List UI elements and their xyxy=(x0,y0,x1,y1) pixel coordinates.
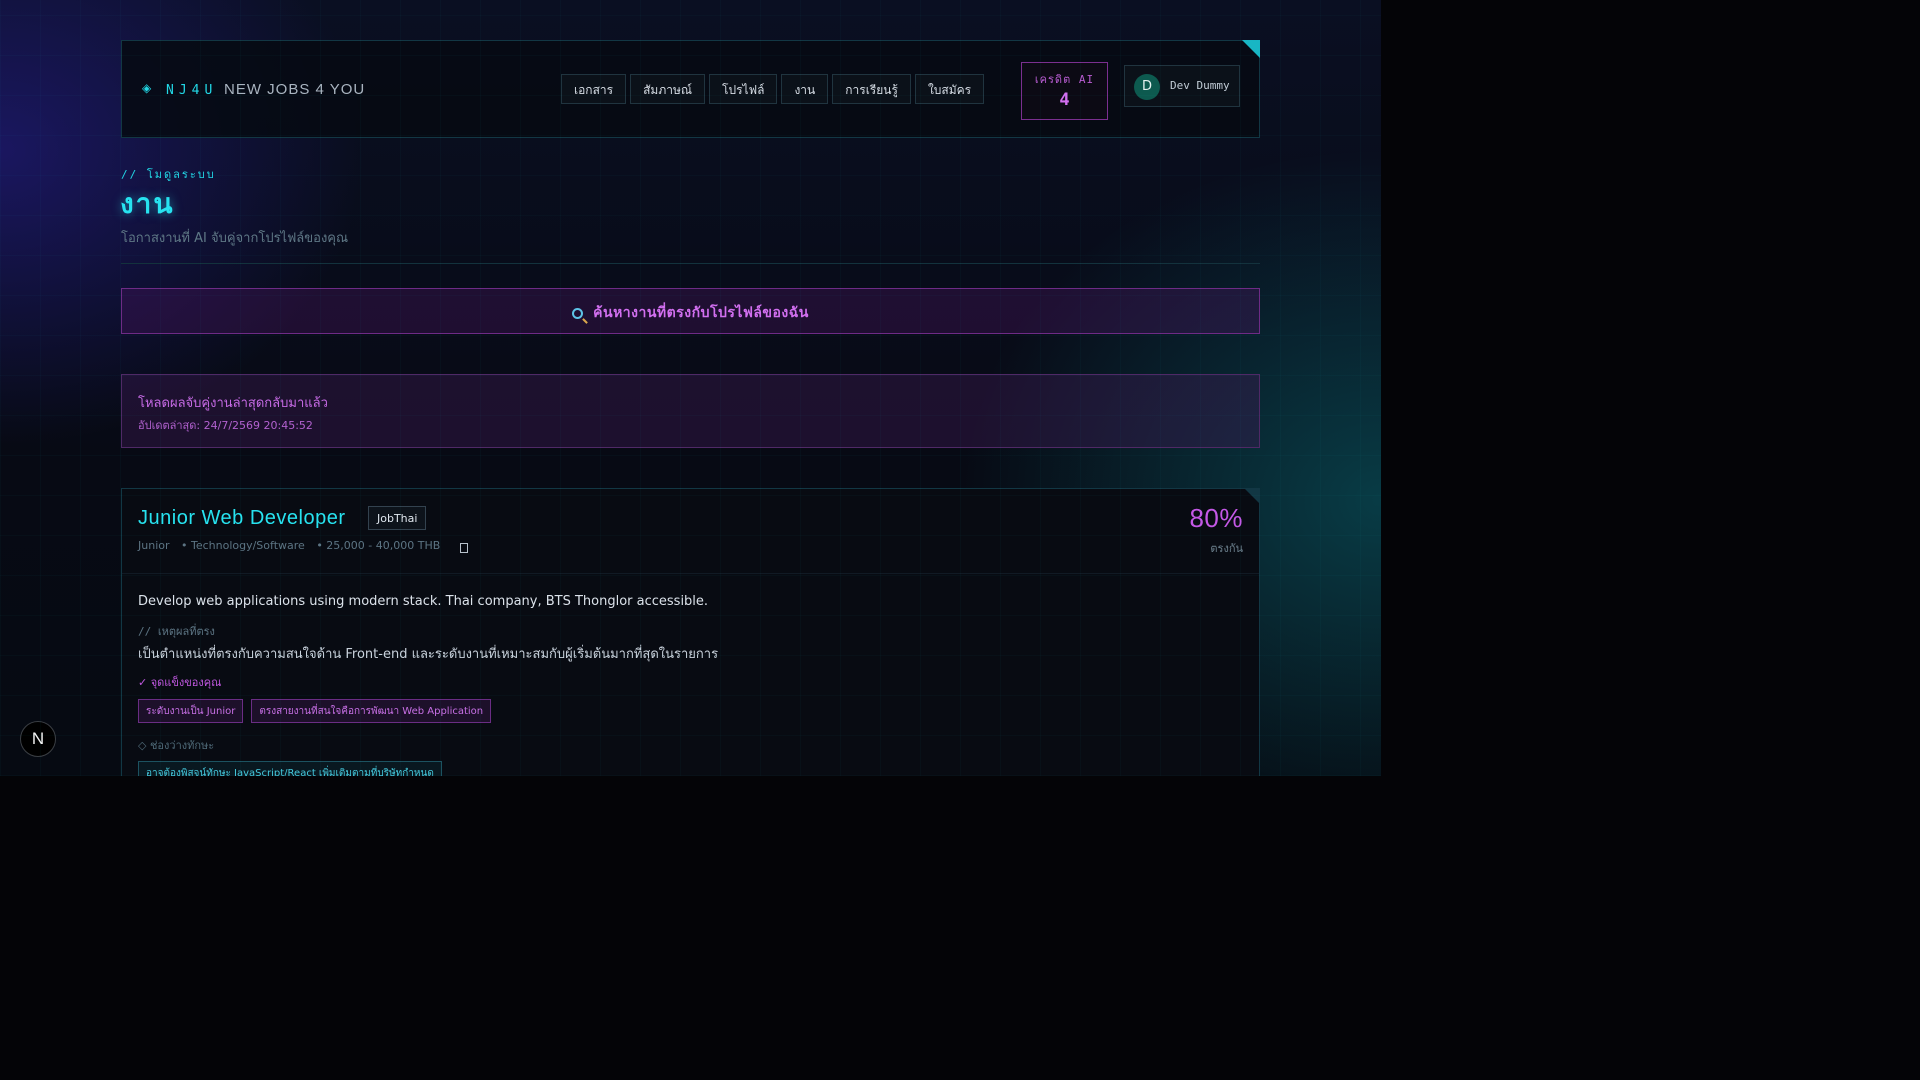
app-viewport: ◈ NJ4U NEW JOBS 4 YOU เอกสาร สัมภาษณ์ โป… xyxy=(0,0,1381,776)
job-title[interactable]: Junior Web Developer xyxy=(138,507,346,530)
ai-credit-badge: เครดิต AI 4 xyxy=(1021,62,1108,120)
strengths-label: ✓ จุดแข็งของคุณ xyxy=(138,676,222,689)
job-description: Develop web applications using modern st… xyxy=(138,594,709,609)
section-eyebrow: // โมดูลระบบ xyxy=(121,168,216,181)
job-level: Junior xyxy=(138,539,170,552)
user-name: Dev Dummy xyxy=(1170,79,1230,92)
job-salary: • 25,000 - 40,000 THB xyxy=(316,539,441,552)
page-subtitle: โอกาสงานที่ AI จับคู่จากโปรไฟล์ของคุณ xyxy=(121,231,349,246)
avatar: D xyxy=(1134,74,1160,100)
strengths-tags: ระดับงานเป็น Junior ตรงสายงานที่สนใจคือก… xyxy=(138,699,492,723)
logo-name[interactable]: NEW JOBS 4 YOU xyxy=(224,81,365,98)
match-label: ตรงกัน xyxy=(1210,542,1243,555)
search-button-label: ค้นหางานที่ตรงกับโปรไฟล์ของฉัน xyxy=(593,305,809,321)
skill-gap-tag: อาจต้องพิสูจน์ทักษะ JavaScript/React เพิ… xyxy=(138,761,442,776)
main-nav: เอกสาร สัมภาษณ์ โปรไฟล์ งาน การเรียนรู้ … xyxy=(561,74,985,104)
job-source-badge: JobThai xyxy=(368,506,427,530)
notice-title: โหลดผลจับคู่งานล่าสุดกลับมาแล้ว xyxy=(138,396,328,411)
search-button-content: ค้นหางานที่ตรงกับโปรไฟล์ของฉัน xyxy=(572,302,809,324)
bookmark-icon[interactable] xyxy=(460,543,468,553)
notice-updated-time: อัปเดตล่าสุด: 24/7/2569 20:45:52 xyxy=(138,419,313,432)
skill-gaps-tags: อาจต้องพิสูจน์ทักษะ JavaScript/React เพิ… xyxy=(138,761,442,776)
skill-gaps-label: ◇ ช่องว่างทักษะ xyxy=(138,739,215,752)
ai-credit-value: 4 xyxy=(1059,90,1070,110)
strength-tag: ตรงสายงานที่สนใจคือการพัฒนา Web Applicat… xyxy=(251,699,492,723)
job-card: Junior Web Developer JobThai Junior • Te… xyxy=(121,488,1260,776)
top-header: ◈ NJ4U NEW JOBS 4 YOU เอกสาร สัมภาษณ์ โป… xyxy=(121,40,1260,138)
floating-n-button[interactable]: N xyxy=(20,721,56,757)
match-reason-label: // เหตุผลที่ตรง xyxy=(138,625,215,638)
corner-accent xyxy=(1242,40,1260,58)
nav-applications[interactable]: ใบสมัคร xyxy=(914,74,985,104)
search-icon xyxy=(572,307,584,319)
divider xyxy=(121,263,1260,264)
nav-profile[interactable]: โปรไฟล์ xyxy=(709,74,778,104)
job-industry: • Technology/Software xyxy=(181,539,305,552)
logo-abbreviation[interactable]: NJ4U xyxy=(166,83,217,98)
card-corner-accent xyxy=(1244,488,1260,504)
nav-documents[interactable]: เอกสาร xyxy=(561,74,627,104)
strength-tag: ระดับงานเป็น Junior xyxy=(138,699,244,723)
match-percentage: 80% xyxy=(1189,503,1243,533)
logo-diamond-icon: ◈ xyxy=(142,81,152,95)
results-notice: โหลดผลจับคู่งานล่าสุดกลับมาแล้ว อัปเดตล่… xyxy=(121,374,1260,448)
user-menu[interactable]: D Dev Dummy xyxy=(1124,65,1240,107)
match-reason-text: เป็นตำแหน่งที่ตรงกับความสนใจด้าน Front-e… xyxy=(138,647,719,662)
nav-interview[interactable]: สัมภาษณ์ xyxy=(630,74,706,104)
nav-learning[interactable]: การเรียนรู้ xyxy=(832,74,911,104)
ai-credit-label: เครดิต AI xyxy=(1034,73,1095,86)
card-divider xyxy=(122,573,1259,574)
job-meta: Junior • Technology/Software • 25,000 - … xyxy=(138,539,448,552)
page-title: งาน xyxy=(120,187,175,220)
find-matching-jobs-button[interactable]: ค้นหางานที่ตรงกับโปรไฟล์ของฉัน xyxy=(121,288,1260,334)
nav-jobs[interactable]: งาน xyxy=(781,74,829,104)
